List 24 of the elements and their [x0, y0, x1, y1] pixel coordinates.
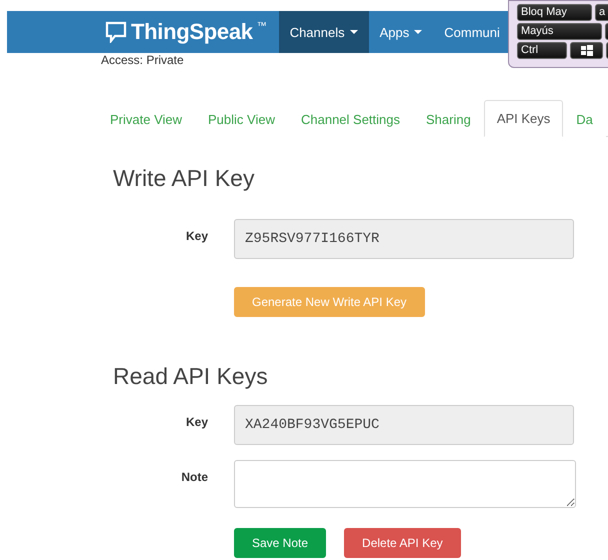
field-label: Key [184, 228, 208, 243]
tab[interactable]: API Keys [484, 100, 564, 137]
access-label: Access: Private [101, 53, 184, 67]
key-field[interactable]: Z95RSV977I166TYR [234, 219, 574, 259]
key-field[interactable]: XA240BF93VG5EPUC [234, 405, 574, 445]
action-button[interactable]: Save Note [234, 528, 326, 558]
keyboard-key[interactable]: Mayús [517, 23, 602, 40]
trademark-sign: ™ [256, 21, 267, 32]
field-label: Key [184, 414, 208, 429]
logo-text[interactable]: ThingSpeak [131, 19, 253, 45]
keyboard-key[interactable]: Bloq May [517, 4, 592, 21]
field-label: Note [180, 469, 208, 484]
section-heading: Write API Key [113, 165, 254, 192]
keyboard-key[interactable] [570, 42, 603, 59]
section-heading: Read API Keys [113, 363, 268, 390]
windows-logo-icon [581, 45, 593, 56]
nav-menu-item[interactable]: Communi [433, 11, 511, 53]
nav-menu-item[interactable]: Apps [368, 11, 434, 53]
action-button[interactable]: Delete API Key [344, 528, 461, 558]
speech-bubble-icon [105, 21, 127, 43]
keyboard-key[interactable]: Ctrl [517, 42, 567, 59]
keyboard-key[interactable]: a [595, 4, 608, 21]
note-field[interactable] [234, 460, 576, 508]
nav-menu-item[interactable]: Channels [278, 11, 369, 53]
